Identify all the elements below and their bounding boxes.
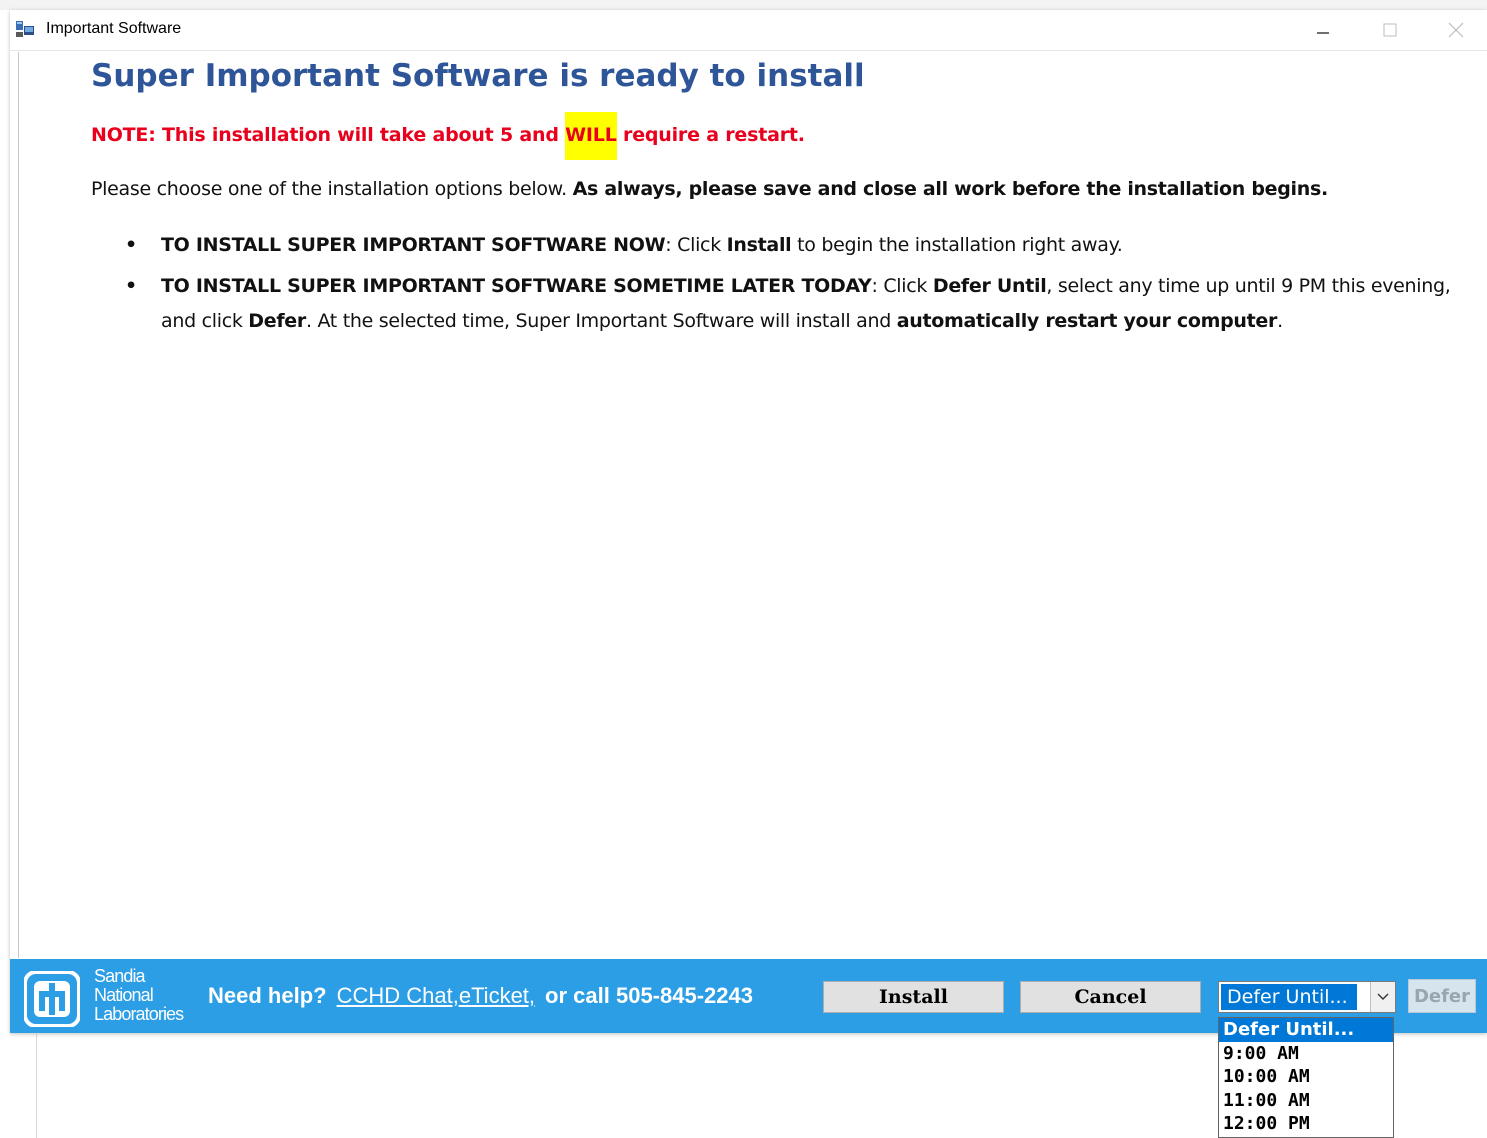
defer-select-value: Defer Until...: [1221, 984, 1357, 1010]
note-highlight: WILL: [565, 112, 617, 160]
dropdown-option[interactable]: 11:00 AM: [1219, 1089, 1393, 1113]
cancel-button[interactable]: Cancel: [1020, 981, 1201, 1013]
defer-time-dropdown: Defer Until... 9:00 AM 10:00 AM 11:00 AM…: [1218, 1017, 1394, 1138]
dropdown-toggle[interactable]: [1370, 982, 1395, 1012]
intro-text: Please choose one of the installation op…: [91, 178, 573, 200]
title-bar[interactable]: Important Software: [10, 10, 1487, 51]
chevron-down-icon: [1377, 993, 1389, 1000]
option-text: : Click: [665, 234, 727, 256]
minimize-button[interactable]: [1295, 14, 1351, 46]
option-text: .: [1277, 310, 1283, 332]
defer-time-select[interactable]: Defer Until...: [1218, 981, 1396, 1013]
restart-note: NOTE: This installation will take about …: [91, 112, 805, 160]
logo-line: National: [94, 985, 154, 1005]
dropdown-option[interactable]: Defer Until...: [1219, 1018, 1393, 1042]
dropdown-option[interactable]: 12:00 PM: [1219, 1112, 1393, 1136]
option-lead: TO INSTALL SUPER IMPORTANT SOFTWARE SOME…: [161, 275, 872, 297]
intro-paragraph: Please choose one of the installation op…: [91, 178, 1328, 200]
bullet: •: [125, 234, 137, 256]
maximize-icon: [1383, 23, 1397, 37]
install-button[interactable]: Install: [823, 981, 1004, 1013]
logo-wordmark: Sandia National Laboratories: [94, 966, 184, 1024]
close-icon: [1448, 22, 1464, 38]
option-text: to begin the installation right away.: [791, 234, 1123, 256]
intro-bold-text: As always, please save and close all wor…: [572, 178, 1329, 200]
installer-icon: [16, 21, 34, 37]
option-install-now: • TO INSTALL SUPER IMPORTANT SOFTWARE NO…: [91, 228, 1451, 263]
option-bold: Defer Until: [932, 275, 1047, 297]
help-phone: or call 505-845-2243: [545, 983, 753, 1008]
page-title: Super Important Software is ready to ins…: [91, 58, 865, 94]
help-prefix: Need help?: [208, 983, 327, 1008]
eticket-link[interactable]: eTicket,: [459, 983, 535, 1008]
option-text: : Click: [871, 275, 933, 297]
note-text-end: require a restart.: [616, 124, 805, 146]
option-lead: TO INSTALL SUPER IMPORTANT SOFTWARE NOW: [161, 234, 666, 256]
maximize-button[interactable]: [1362, 14, 1418, 46]
help-text: Need help? CCHD Chat,eTicket, or call 505-…: [208, 983, 753, 1009]
option-text: . At the selected time, Super Important …: [305, 310, 897, 332]
screen: Important Software Super Important Softw…: [0, 0, 1487, 1138]
dropdown-option[interactable]: 10:00 AM: [1219, 1065, 1393, 1089]
sandia-logo: Sandia National Laboratories: [24, 965, 184, 1027]
cchd-chat-link[interactable]: CCHD Chat,: [337, 983, 459, 1008]
option-bold: Install: [726, 234, 792, 256]
installer-window: Important Software Super Important Softw…: [10, 10, 1487, 1033]
option-install-later: • TO INSTALL SUPER IMPORTANT SOFTWARE SO…: [91, 269, 1451, 339]
desktop-background: [0, 0, 1487, 10]
option-bold: automatically restart your computer: [896, 310, 1278, 332]
desktop-divider: [36, 1034, 37, 1138]
minimize-icon: [1317, 32, 1329, 34]
install-options-list: • TO INSTALL SUPER IMPORTANT SOFTWARE NO…: [91, 228, 1451, 345]
dropdown-option[interactable]: 9:00 AM: [1219, 1042, 1393, 1066]
close-button[interactable]: [1428, 14, 1484, 46]
message-panel: Super Important Software is ready to ins…: [18, 52, 1487, 958]
thunderbird-logo-icon: [24, 971, 80, 1027]
logo-line: Sandia: [94, 966, 146, 986]
note-text-start: NOTE: This installation will take about …: [91, 124, 566, 146]
defer-button[interactable]: Defer: [1408, 979, 1476, 1013]
bullet: •: [125, 275, 137, 297]
option-bold: Defer: [248, 310, 306, 332]
window-title: Important Software: [46, 20, 182, 37]
logo-line: Laboratories: [94, 1004, 184, 1024]
